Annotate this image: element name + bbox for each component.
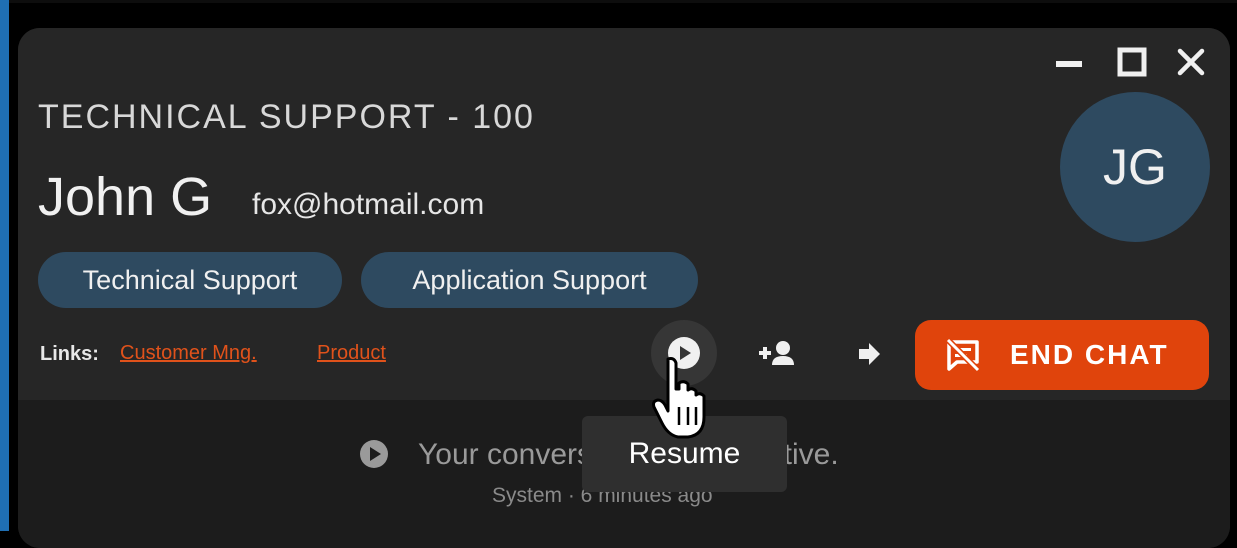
chat-off-icon <box>945 337 981 373</box>
end-chat-label: END CHAT <box>1010 339 1169 370</box>
maximize-icon[interactable] <box>1113 44 1151 82</box>
add-participant-button[interactable] <box>746 320 812 386</box>
play-circle-icon <box>360 440 388 468</box>
queue-title: TECHNICAL SUPPORT - 100 <box>38 98 535 136</box>
tag-application-support: Application Support <box>361 252 698 308</box>
links-label: Links: <box>40 343 99 365</box>
link-product[interactable]: Product <box>317 342 386 365</box>
end-chat-button[interactable]: END CHAT <box>915 320 1209 390</box>
customer-name: John G <box>38 167 213 227</box>
link-customer-mng[interactable]: Customer Mng. <box>120 342 257 365</box>
arrow-right-icon <box>859 343 880 365</box>
add-user-icon <box>759 341 794 365</box>
tag-technical-support: Technical Support <box>38 252 342 308</box>
screen-top-edge <box>0 0 1237 3</box>
hand-cursor-icon <box>652 357 706 439</box>
system-message-start: Your convers <box>418 438 592 471</box>
screen-left-edge <box>0 0 9 531</box>
customer-email: fox@hotmail.com <box>252 188 485 221</box>
close-icon[interactable] <box>1172 44 1210 82</box>
avatar: JG <box>1060 92 1210 242</box>
chat-header: TECHNICAL SUPPORT - 100 John G fox@hotma… <box>18 28 1230 400</box>
minimize-icon[interactable] <box>1050 44 1088 82</box>
transfer-button[interactable] <box>836 320 902 386</box>
